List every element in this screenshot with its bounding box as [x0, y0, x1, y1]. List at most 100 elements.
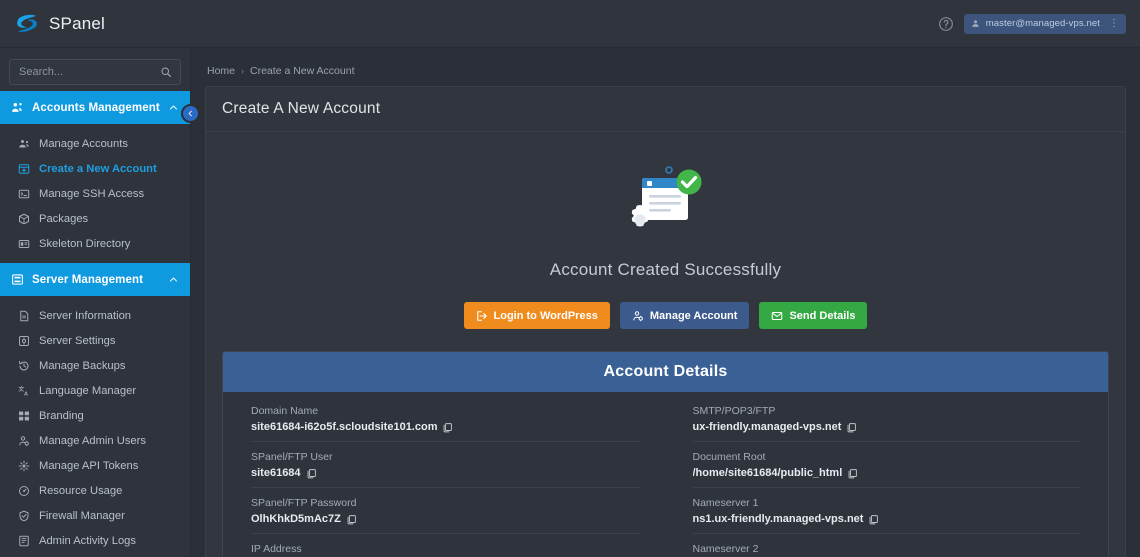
terminal-icon	[18, 188, 30, 200]
detail-value-wrap: site61684	[251, 467, 639, 479]
account-details-title: Account Details	[223, 352, 1108, 392]
copy-icon[interactable]	[346, 514, 357, 525]
brand-name: SPanel	[49, 14, 105, 34]
success-zone: Account Created Successfully	[222, 158, 1109, 280]
detail-row: Nameserver 2ns2.ux-friendly.managed-vps.…	[693, 534, 1081, 557]
detail-value-wrap: ns1.ux-friendly.managed-vps.net	[693, 513, 1081, 525]
main-content: Home › Create a New Account Create A New…	[191, 48, 1140, 557]
top-bar: SPanel master@managed-vps.net ⋮	[0, 0, 1140, 48]
spanel-app: SPanel master@managed-vps.net ⋮ Accounts…	[0, 0, 1140, 557]
detail-label: SPanel/FTP User	[251, 451, 639, 463]
detail-label: Document Root	[693, 451, 1081, 463]
sidebar-item-manage-backups[interactable]: Manage Backups	[0, 353, 190, 378]
sidebar-item-label: Resource Usage	[39, 485, 122, 497]
detail-label: Nameserver 1	[693, 497, 1081, 509]
sidebar-collapse-button[interactable]	[181, 104, 200, 123]
sidebar-item-server-settings[interactable]: Server Settings	[0, 328, 190, 353]
sidebar-nav: Accounts Management Manage Accounts Create…	[0, 91, 190, 557]
sidebar-item-label: Manage API Tokens	[39, 460, 138, 472]
card-body: Account Created Successfully Login to Wo…	[206, 132, 1125, 557]
user-menu[interactable]: master@managed-vps.net ⋮	[964, 14, 1126, 34]
sidebar-item-label: Branding	[39, 410, 84, 422]
copy-icon[interactable]	[306, 468, 317, 479]
details-column-right: SMTP/POP3/FTP ux-friendly.managed-vps.net…	[693, 396, 1081, 557]
sidebar-item-label: Language Manager	[39, 385, 136, 397]
manage-account-button[interactable]: Manage Account	[620, 302, 750, 329]
breadcrumb-separator: ›	[241, 66, 244, 76]
server-icon	[11, 273, 24, 286]
detail-row: SPanel/FTP User site61684	[251, 442, 639, 488]
button-label: Manage Account	[650, 310, 738, 322]
sidebar-item-label: Server Settings	[39, 335, 115, 347]
breadcrumb-home[interactable]: Home	[207, 65, 235, 77]
sidebar-group-label: Accounts Management	[32, 102, 160, 114]
sidebar-item-manage-api-tokens[interactable]: Manage API Tokens	[0, 453, 190, 478]
sidebar-item-label: Manage Admin Users	[39, 435, 146, 447]
create-account-card: Create A New Account	[205, 86, 1126, 557]
user-icon	[971, 19, 980, 28]
top-bar-right: master@managed-vps.net ⋮	[938, 14, 1126, 34]
sidebar-item-manage-accounts[interactable]: Manage Accounts	[0, 131, 190, 156]
account-details-panel: Account Details Domain Namesite61684-i62…	[222, 351, 1109, 557]
chevron-left-icon	[187, 110, 194, 117]
detail-label: IP Address	[251, 543, 639, 555]
detail-value: site61684-i62o5f.scloudsite101.com	[251, 421, 437, 433]
sidebar-item-label: Manage Accounts	[39, 138, 128, 150]
copy-icon[interactable]	[442, 422, 453, 433]
user-gear-icon	[632, 310, 644, 322]
detail-value: ux-friendly.managed-vps.net	[693, 421, 842, 433]
detail-label: SMTP/POP3/FTP	[693, 405, 1081, 417]
card-header: Create A New Account	[206, 87, 1125, 132]
kebab-menu-icon[interactable]: ⋮	[1109, 19, 1118, 29]
detail-value: /home/site61684/public_html	[693, 467, 843, 479]
brand[interactable]: SPanel	[14, 11, 105, 37]
sidebar-item-server-information[interactable]: Server Information	[0, 303, 190, 328]
copy-icon[interactable]	[868, 514, 879, 525]
sidebar-item-skeleton-directory[interactable]: Skeleton Directory	[0, 231, 190, 256]
help-circle-icon[interactable]	[938, 16, 954, 32]
copy-icon[interactable]	[847, 468, 858, 479]
sidebar-item-manage-ssh-access[interactable]: Manage SSH Access	[0, 181, 190, 206]
send-details-button[interactable]: Send Details	[759, 302, 867, 329]
user-gear-icon	[18, 435, 30, 447]
sidebar-item-packages[interactable]: Packages	[0, 206, 190, 231]
account-details-body: Domain Namesite61684-i62o5f.scloudsite10…	[223, 392, 1108, 557]
sidebar-item-branding[interactable]: Branding	[0, 403, 190, 428]
body: Accounts Management Manage Accounts Create…	[0, 48, 1140, 557]
gauge-icon	[18, 485, 30, 497]
sidebar-item-firewall-manager[interactable]: Firewall Manager	[0, 503, 190, 528]
add-window-icon	[18, 163, 30, 175]
search-icon[interactable]	[160, 66, 172, 78]
detail-value-wrap: OlhKhkD5mAc7Z	[251, 513, 639, 525]
sidebar-item-admin-activity-logs[interactable]: Admin Activity Logs	[0, 528, 190, 553]
detail-value: OlhKhkD5mAc7Z	[251, 513, 341, 525]
sidebar-item-label: Skeleton Directory	[39, 238, 130, 250]
chevron-up-icon	[169, 275, 178, 284]
sidebar-item-language-manager[interactable]: Language Manager	[0, 378, 190, 403]
sidebar-group-accounts-management[interactable]: Accounts Management	[0, 91, 190, 124]
search-box[interactable]	[9, 59, 181, 85]
sidebar-item-label: Admin Activity Logs	[39, 535, 136, 547]
detail-row: SMTP/POP3/FTP ux-friendly.managed-vps.net	[693, 396, 1081, 442]
sidebar-item-label: Manage Backups	[39, 360, 125, 372]
login-wordpress-button[interactable]: Login to WordPress	[464, 302, 610, 329]
sidebar-item-manage-admin-users[interactable]: Manage Admin Users	[0, 428, 190, 453]
detail-row: Domain Namesite61684-i62o5f.scloudsite10…	[251, 396, 639, 442]
detail-label: Nameserver 2	[693, 543, 1081, 555]
sidebar-group-server-management[interactable]: Server Management	[0, 263, 190, 296]
button-label: Send Details	[789, 310, 855, 322]
copy-icon[interactable]	[846, 422, 857, 433]
detail-label: SPanel/FTP Password	[251, 497, 639, 509]
detail-row: SPanel/FTP Password OlhKhkD5mAc7Z	[251, 488, 639, 534]
detail-value-wrap: site61684-i62o5f.scloudsite101.com	[251, 421, 639, 433]
account-created-check-icon	[620, 164, 712, 250]
sidebar-item-create-a-new-account[interactable]: Create a New Account	[0, 156, 190, 181]
sidebar-item-label: Server Information	[39, 310, 131, 322]
settings-square-icon	[18, 335, 30, 347]
search-input[interactable]	[10, 60, 180, 84]
login-arrow-icon	[476, 310, 488, 322]
shield-check-icon	[18, 510, 30, 522]
sidebar-item-resource-usage[interactable]: Resource Usage	[0, 478, 190, 503]
sidebar-item-label: Create a New Account	[39, 163, 157, 175]
nav-spacer	[0, 256, 190, 263]
